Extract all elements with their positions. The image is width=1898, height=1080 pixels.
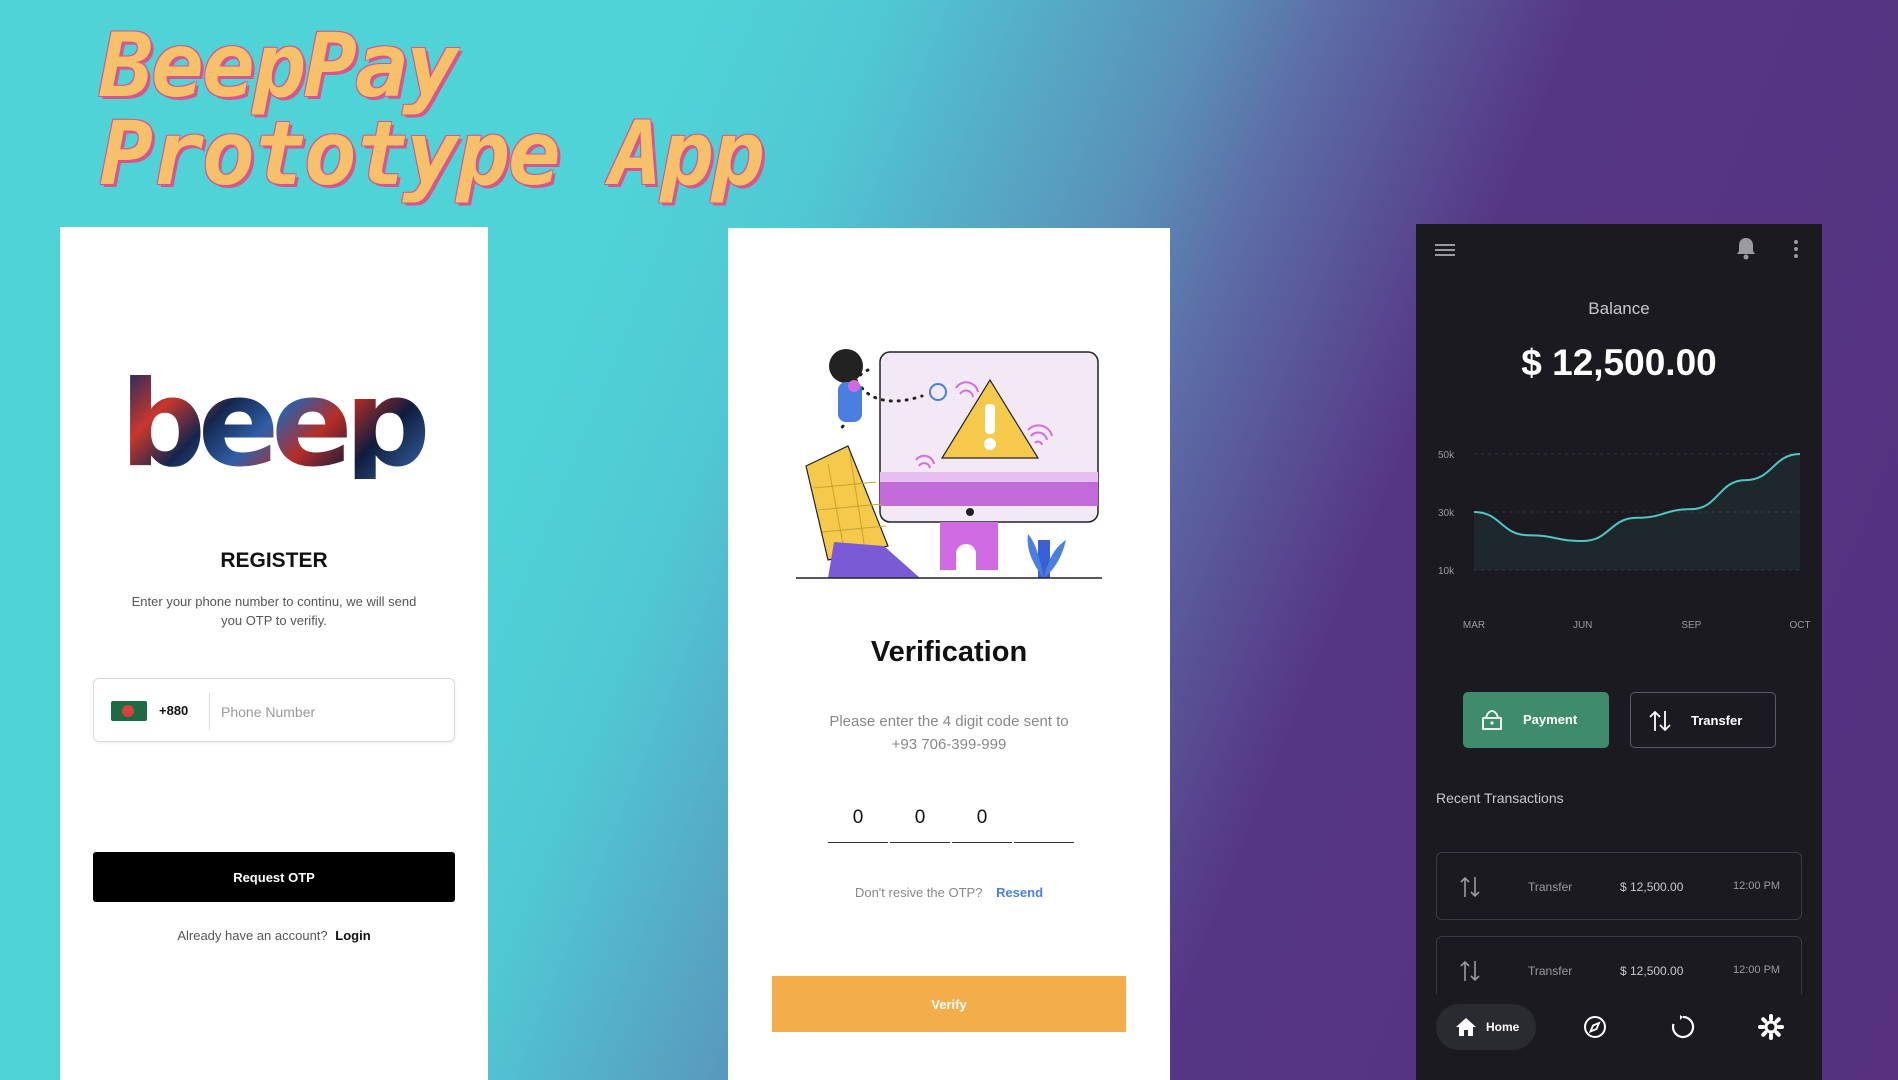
wallet-icon [1482,710,1502,730]
login-link[interactable]: Login [335,928,370,943]
bangladesh-flag-icon[interactable] [111,701,147,721]
transaction-time: 12:00 PM [1733,880,1781,892]
verification-phone: +93 706-399-999 [891,736,1007,753]
nav-home-label: Home [1486,1020,1520,1034]
headline-line1: BeepPay [100,14,459,117]
verification-screen: Verification Please enter the 4 digit co… [728,228,1170,1080]
nav-home[interactable]: Home [1436,1004,1536,1050]
transfer-button[interactable]: Transfer [1630,692,1776,748]
verification-desc-line1: Please enter the 4 digit code sent to [829,713,1069,730]
dial-code[interactable]: +880 [159,703,188,718]
transfer-arrows-icon [1460,960,1480,982]
balance-label: Balance [1588,299,1650,318]
y-tick-label: 30k [1438,508,1455,519]
refresh-icon[interactable] [1670,1014,1696,1040]
account-text: Already have an account? [177,928,328,943]
payment-button-label: Payment [1523,712,1578,727]
resend-prompt: Don't resive the OTP? Resend [728,885,1170,900]
recent-transactions-title: Recent Transactions [1436,790,1564,806]
transaction-row[interactable]: Transfer $ 12,500.00 12:00 PM [1436,936,1802,994]
x-tick-label: MAR [1463,620,1485,631]
transaction-amount: $ 12,500.00 [1620,964,1684,978]
resend-link[interactable]: Resend [996,885,1043,900]
beep-logo: beep [120,365,431,485]
settings-gear-icon[interactable] [1758,1014,1784,1040]
x-tick-label: JUN [1573,620,1592,631]
phone-number-input[interactable] [219,697,443,727]
payment-button[interactable]: Payment [1463,692,1609,748]
more-options-icon[interactable] [1792,238,1800,260]
otp-digit-2[interactable] [890,794,950,843]
transfer-arrows-icon [1460,876,1480,898]
phone-field: +880 [93,678,455,742]
verification-description: Please enter the 4 digit code sent to +9… [788,710,1110,756]
balance-chart: 50k 30k 10k MAR JUN SEP OCT [1438,450,1811,631]
transfer-arrows-icon [1649,710,1671,732]
register-description: Enter your phone number to continu, we w… [131,594,417,628]
login-prompt: Already have an account? Login [60,928,488,943]
headline-line2: Prototype App [100,102,765,205]
transaction-type: Transfer [1528,964,1573,978]
resend-text: Don't resive the OTP? [854,885,983,900]
menu-icon[interactable] [1434,241,1456,259]
otp-digit-4[interactable] [1014,794,1074,843]
transfer-button-label: Transfer [1691,713,1743,728]
x-tick-label: OCT [1789,620,1810,631]
transactions-list[interactable]: Transfer $ 12,500.00 12:00 PM Transfer $… [1416,824,1822,994]
y-tick-label: 50k [1438,450,1455,461]
otp-digit-1[interactable] [828,794,888,843]
security-warning-illustration [796,349,1102,579]
transaction-type: Transfer [1528,880,1573,894]
balance-value: $ 12,500.00 [1521,342,1717,383]
headline: BeepPay Prototype App [100,14,765,205]
transaction-time: 12:00 PM [1733,964,1781,976]
dashboard-screen: Balance $ 12,500.00 50k 30k 10k MAR JUN SEP OC… [1416,224,1822,1080]
compass-icon[interactable] [1582,1014,1608,1040]
x-tick-label: SEP [1681,620,1701,631]
request-otp-button[interactable]: Request OTP [93,852,455,902]
bell-icon[interactable] [1735,236,1757,260]
verification-title: Verification [870,636,1028,668]
register-screen: beep REGISTER Enter your phone number to… [60,227,488,1080]
otp-digit-3[interactable] [952,794,1012,843]
register-title: REGISTER [220,549,328,572]
transaction-amount: $ 12,500.00 [1620,880,1684,894]
home-icon [1456,1018,1476,1036]
transaction-row[interactable]: Transfer $ 12,500.00 12:00 PM [1436,852,1802,920]
phone-divider [209,692,210,730]
verify-button[interactable]: Verify [772,976,1126,1032]
y-tick-label: 10k [1438,566,1455,577]
